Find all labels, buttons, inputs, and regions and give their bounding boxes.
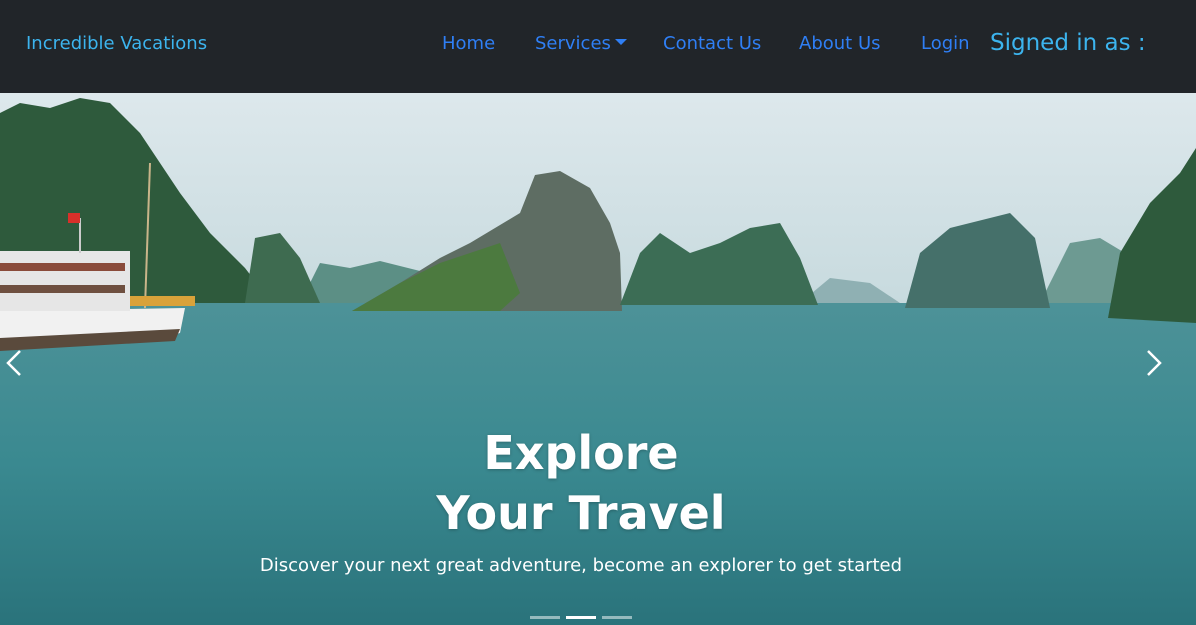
carousel-indicator-3[interactable] (602, 616, 632, 619)
chevron-left-icon (6, 350, 21, 376)
navbar: Incredible Vacations Home Services Conta… (0, 0, 1196, 93)
nav-home[interactable]: Home (442, 33, 495, 54)
nav-about[interactable]: About Us (799, 33, 881, 54)
nav-contact[interactable]: Contact Us (663, 33, 761, 54)
hero-title-line2: Your Travel (436, 486, 726, 540)
brand-link[interactable]: Incredible Vacations (26, 33, 207, 54)
nav-services-label: Services (535, 33, 611, 54)
hero-background-image (0, 93, 1196, 625)
caret-down-icon (614, 39, 627, 45)
nav-login[interactable]: Login (921, 33, 970, 54)
nav-services-dropdown[interactable]: Services (535, 33, 627, 54)
carousel-indicator-2[interactable] (566, 616, 596, 619)
chevron-right-icon (1147, 350, 1162, 376)
carousel-next-button[interactable] (1140, 343, 1170, 383)
hero-carousel: Explore Your Travel Discover your next g… (0, 93, 1196, 625)
carousel-indicator-1[interactable] (530, 616, 560, 619)
hero-title-line1: Explore (483, 426, 679, 480)
signed-in-label: Signed in as : (990, 30, 1146, 56)
hero-subtitle: Discover your next great adventure, beco… (259, 555, 903, 576)
carousel-prev-button[interactable] (0, 343, 30, 383)
